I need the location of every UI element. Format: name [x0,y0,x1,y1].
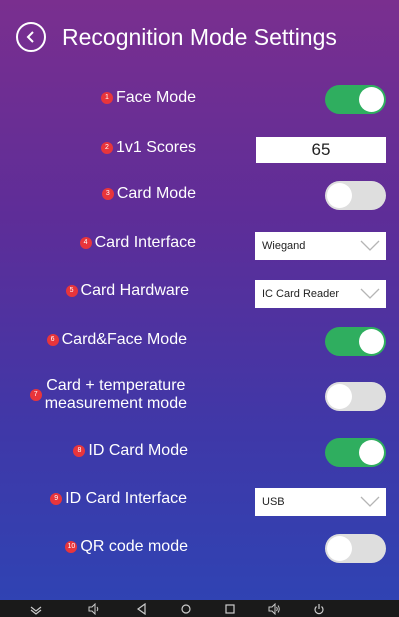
scores-input[interactable] [256,137,386,163]
volume-down-icon [88,602,99,615]
hide-keyboard-icon [30,606,42,615]
back-button[interactable] [16,22,46,52]
card-interface-select[interactable]: Wiegand [255,232,386,260]
volume-down-button[interactable] [88,602,100,615]
number-badge: 4 [79,237,92,249]
setting-label-line-2: measurement mode [44,395,187,412]
chevron-down-icon [360,288,380,299]
setting-row-face-mode: 1 Face Mode [0,76,399,120]
card-mode-toggle[interactable] [325,181,386,210]
card-face-mode-toggle[interactable] [325,327,386,356]
nav-home-icon [181,603,191,614]
setting-label-group: 3 Card Mode [101,172,196,216]
back-arrow-icon [26,31,34,43]
nav-back-button[interactable] [136,602,148,615]
setting-label: QR code mode [80,538,188,555]
setting-row-card-mode: 3 Card Mode [0,172,399,216]
setting-row-id-card-mode: 8 ID Card Mode [0,429,399,473]
system-navigation-bar [0,600,399,617]
setting-row-qr-code-mode: 10 QR code mode [0,525,399,569]
setting-row-card-face-mode: 6 Card&Face Mode [0,318,399,362]
number-badge: 1 [100,92,113,104]
power-icon [314,603,324,614]
screen: Recognition Mode Settings 1 Face Mode 2 … [0,0,399,617]
header: Recognition Mode Settings [0,0,399,80]
setting-label: ID Card Mode [88,442,188,459]
setting-row-card-interface: 4 Card Interface Wiegand [0,221,399,265]
volume-up-icon [268,602,280,615]
setting-label: ID Card Interface [65,490,187,507]
number-badge: 3 [101,188,114,200]
setting-label-group: 6 Card&Face Mode [46,318,187,362]
id-card-mode-toggle[interactable] [325,438,386,467]
toggle-knob [359,87,384,112]
number-badge: 8 [73,445,86,457]
setting-row-card-hardware: 5 Card Hardware IC Card Reader [0,269,399,313]
number-badge: 2 [100,142,113,154]
setting-label-group: 9 ID Card Interface [50,477,187,521]
select-value: USB [262,496,285,508]
card-hardware-select[interactable]: IC Card Reader [255,280,386,308]
page-title: Recognition Mode Settings [62,24,337,50]
id-card-interface-select[interactable]: USB [255,488,386,516]
setting-label: Card Interface [94,234,196,251]
number-badge: 5 [65,285,78,297]
setting-label: Card Hardware [80,282,189,299]
setting-label-group: 5 Card Hardware [65,269,189,313]
number-badge: 7 [29,389,42,401]
setting-label-group: 7 Card + temperature measurement mode [29,373,187,417]
number-badge: 10 [65,541,78,553]
setting-row-id-card-interface: 9 ID Card Interface USB [0,477,399,521]
volume-up-button[interactable] [268,602,280,615]
setting-label-group: 1 Face Mode [100,76,196,120]
setting-label-group: 10 QR code mode [65,525,188,569]
select-value: IC Card Reader [262,288,340,300]
setting-label-group: 8 ID Card Mode [73,429,188,473]
toggle-knob [359,329,384,354]
nav-back-icon [136,602,146,615]
power-button[interactable] [313,602,325,615]
setting-row-scores: 2 1v1 Scores [0,126,399,170]
number-badge: 9 [50,493,63,505]
setting-label: Face Mode [115,89,196,106]
setting-label-group: 2 1v1 Scores [100,126,196,170]
setting-label: 1v1 Scores [115,139,196,156]
qr-code-mode-toggle[interactable] [325,534,386,563]
setting-row-card-temperature-mode: 7 Card + temperature measurement mode [0,373,399,417]
setting-label: Card Mode [116,185,196,202]
number-badge: 6 [46,334,59,346]
hide-keyboard-button[interactable] [30,602,42,615]
nav-recents-icon [225,603,235,614]
nav-home-button[interactable] [180,602,192,615]
chevron-down-icon [360,496,380,507]
chevron-down-icon [360,240,380,251]
setting-label-line-1: Card + temperature [46,377,186,394]
setting-label-group: 4 Card Interface [79,221,196,265]
toggle-knob [327,384,352,409]
select-value: Wiegand [262,240,306,252]
setting-label: Card + temperature measurement mode [45,377,187,413]
setting-label: Card&Face Mode [61,331,187,348]
face-mode-toggle[interactable] [325,85,386,114]
toggle-knob [359,440,384,465]
toggle-knob [327,183,352,208]
nav-recents-button[interactable] [224,602,236,615]
card-temperature-mode-toggle[interactable] [325,382,386,411]
toggle-knob [327,536,352,561]
